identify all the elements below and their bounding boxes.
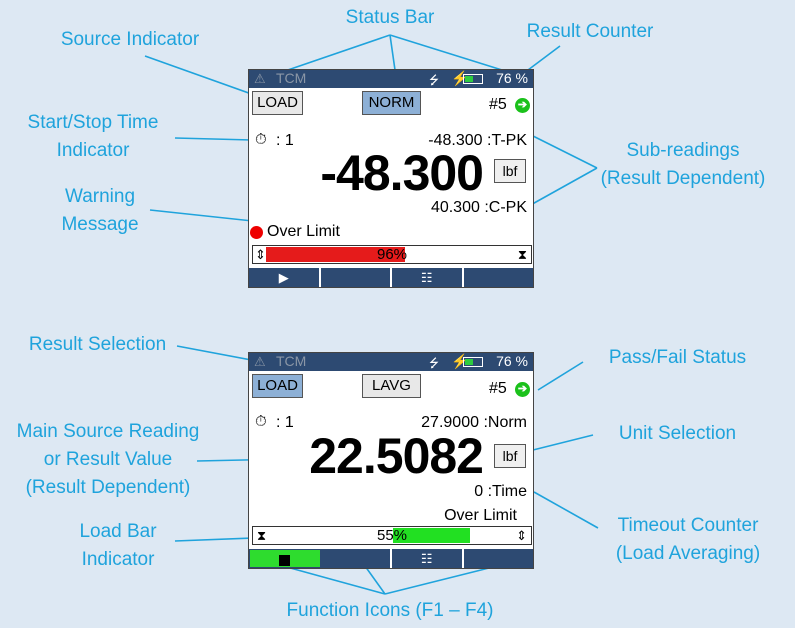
callout-function-icons: Function Icons (F1 – F4) bbox=[286, 600, 494, 621]
f4-key[interactable] bbox=[463, 268, 533, 287]
device-screen-1: ⚠ TCM ⭍ ⚡ 76 % LOAD NORM #5 ➔ ⏱ : 1 -48.… bbox=[248, 69, 534, 288]
sub-reading-bottom: 0 :Time bbox=[474, 483, 527, 500]
timer-value: : 1 bbox=[276, 414, 294, 431]
callout-load-bar-indicator: Load Bar Indicator bbox=[58, 518, 178, 574]
timer-icon: ⏱ bbox=[255, 413, 267, 430]
function-keys: ▶ ☷ bbox=[249, 268, 533, 287]
callout-line: Indicator bbox=[56, 140, 130, 161]
app-name: TCM bbox=[276, 70, 307, 86]
callout-line: (Load Averaging) bbox=[615, 543, 761, 564]
f3-menu-icon[interactable]: ☷ bbox=[392, 268, 464, 287]
battery-icon bbox=[463, 357, 483, 367]
callout-timeout-counter: Timeout Counter (Load Averaging) bbox=[598, 512, 778, 568]
callout-main-source-reading: Main Source Reading or Result Value (Res… bbox=[0, 418, 216, 502]
device-screen-2: ⚠ TCM ⭍ ⚡ 76 % LOAD LAVG #5 ➔ ⏱ : 1 27.9… bbox=[248, 352, 534, 569]
status-bar: ⚠ TCM ⭍ ⚡ 76 % bbox=[249, 353, 533, 371]
unit-button[interactable]: lbf bbox=[494, 444, 526, 468]
battery-percent: 76 % bbox=[496, 70, 528, 86]
callout-line: Sub-readings bbox=[626, 140, 740, 161]
callout-line: (Result Dependent) bbox=[25, 477, 191, 498]
main-reading: 22.5082 bbox=[309, 428, 484, 484]
f2-key[interactable] bbox=[320, 549, 392, 568]
callout-pass-fail-status: Pass/Fail Status bbox=[608, 347, 747, 368]
callout-line: Load Bar bbox=[79, 521, 157, 542]
f2-key[interactable] bbox=[320, 268, 392, 287]
f1-play-icon[interactable]: ▶ bbox=[249, 268, 321, 287]
warning-message: Over Limit bbox=[444, 507, 517, 524]
load-bar-percent: 55% bbox=[376, 527, 408, 544]
callout-status-bar: Status Bar bbox=[345, 7, 435, 28]
callout-start-stop-time: Start/Stop Time Indicator bbox=[8, 109, 178, 165]
callout-source-indicator: Source Indicator bbox=[60, 29, 200, 50]
source-button[interactable]: LOAD bbox=[252, 374, 303, 398]
callout-line: Warning bbox=[64, 186, 136, 207]
unit-button[interactable]: lbf bbox=[494, 159, 526, 183]
f4-key[interactable] bbox=[463, 549, 533, 568]
warning-message: Over Limit bbox=[267, 223, 340, 240]
battery-icon bbox=[463, 74, 483, 84]
callout-result-selection: Result Selection bbox=[28, 334, 167, 355]
main-reading: -48.300 bbox=[320, 145, 484, 201]
app-name: TCM bbox=[276, 353, 307, 369]
pass-fail-icon: ➔ bbox=[515, 382, 530, 397]
callout-line: Message bbox=[61, 214, 139, 235]
warning-icon: ⚠ bbox=[254, 71, 266, 86]
callout-unit-selection: Unit Selection bbox=[618, 423, 737, 444]
load-bar: ⇕ 96% ⧗ bbox=[252, 245, 532, 264]
load-bar-percent: 96% bbox=[376, 246, 408, 263]
result-selection-button[interactable]: NORM bbox=[362, 91, 421, 115]
callout-result-counter: Result Counter bbox=[526, 21, 654, 42]
result-counter: #5 bbox=[489, 96, 507, 113]
callout-line: Indicator bbox=[81, 549, 155, 570]
sub-reading-bottom: 40.300 :C-PK bbox=[430, 199, 527, 216]
warning-dot-icon bbox=[250, 226, 263, 239]
callout-line: Start/Stop Time bbox=[27, 112, 159, 133]
f1-stop-icon[interactable] bbox=[249, 549, 321, 568]
battery-percent: 76 % bbox=[496, 353, 528, 369]
function-keys: ☷ bbox=[249, 549, 533, 568]
callout-sub-readings: Sub-readings (Result Dependent) bbox=[583, 137, 783, 193]
load-bar: ⧗ 55% ⇕ bbox=[252, 526, 532, 545]
warning-icon: ⚠ bbox=[254, 354, 266, 369]
callout-line: or Result Value bbox=[43, 449, 173, 470]
usb-icon: ⭍ bbox=[429, 73, 439, 87]
load-bar-direction-icon: ⇕ bbox=[516, 528, 527, 543]
result-selection-button[interactable]: LAVG bbox=[362, 374, 421, 398]
load-bar-limit-icon: ⧗ bbox=[517, 247, 527, 262]
usb-icon: ⭍ bbox=[429, 356, 439, 370]
f3-menu-icon[interactable]: ☷ bbox=[392, 549, 464, 568]
callout-line: Timeout Counter bbox=[617, 515, 759, 536]
callout-line: Main Source Reading bbox=[16, 421, 200, 442]
pass-fail-icon: ➔ bbox=[515, 98, 530, 113]
stop-square bbox=[279, 555, 291, 567]
callout-warning-message: Warning Message bbox=[45, 183, 155, 239]
result-counter: #5 bbox=[489, 380, 507, 397]
callout-line: (Result Dependent) bbox=[600, 168, 766, 189]
source-button[interactable]: LOAD bbox=[252, 91, 303, 115]
timer-icon: ⏱ bbox=[255, 131, 267, 148]
status-bar: ⚠ TCM ⭍ ⚡ 76 % bbox=[249, 70, 533, 88]
timer-value: : 1 bbox=[276, 132, 294, 149]
